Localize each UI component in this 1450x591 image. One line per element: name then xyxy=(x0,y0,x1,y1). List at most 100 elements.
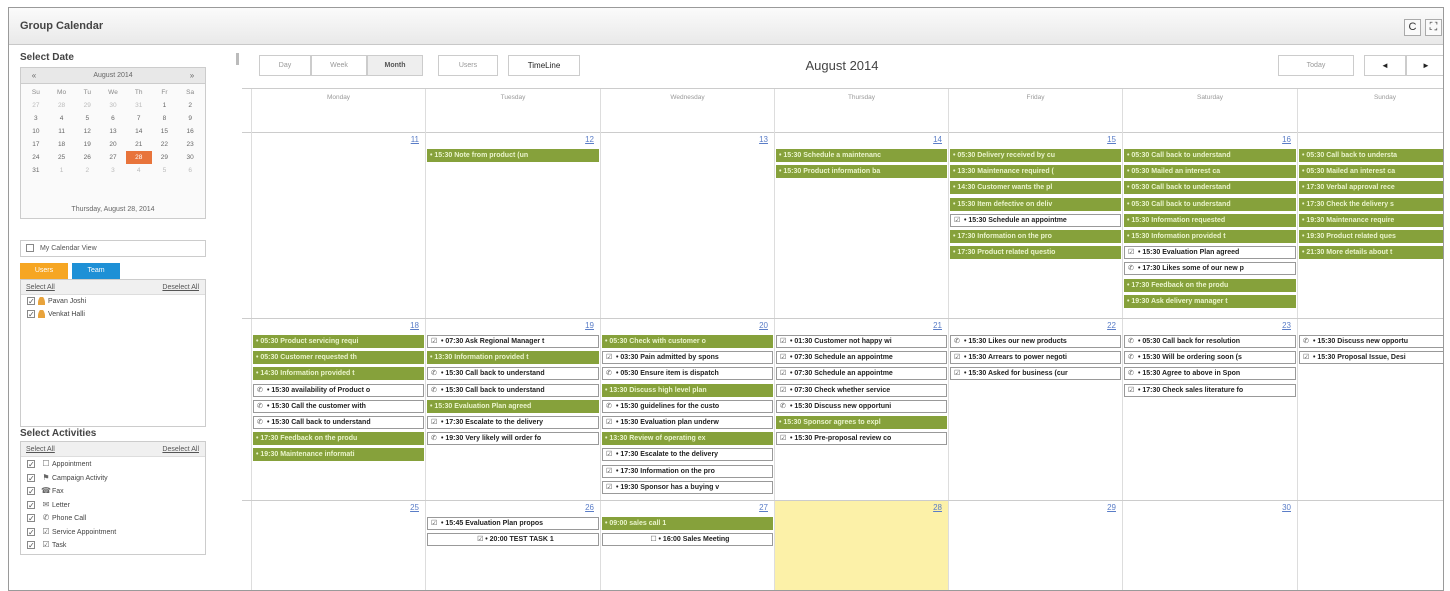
day-cell[interactable]: 31 xyxy=(1297,501,1443,590)
calendar-event[interactable]: • 09:00 sales call 1 xyxy=(602,517,773,530)
day-number-link[interactable]: 21 xyxy=(933,321,942,330)
calendar-event[interactable]: • 05:30 Call back to understand xyxy=(1124,181,1296,195)
day-cell[interactable]: 13 xyxy=(600,133,774,318)
calendar-event[interactable]: • 13:30 Review of operating ex xyxy=(602,432,773,446)
mini-day[interactable]: 21 xyxy=(126,138,152,151)
mini-day[interactable]: 15 xyxy=(152,125,178,138)
calendar-event[interactable]: ✆ • 19:30 Very likely will order fo xyxy=(427,432,599,446)
calendar-event[interactable]: ☑ • 03:30 Pain admitted by spons xyxy=(602,351,773,365)
tab-team[interactable]: Team xyxy=(72,263,120,279)
calendar-event[interactable]: ☑ • 07:30 Ask Regional Manager t xyxy=(427,335,599,348)
mini-day[interactable]: 28 xyxy=(49,99,75,112)
calendar-event[interactable]: ☑ • 15:30 Evaluation plan underw xyxy=(602,416,773,429)
activity-checkbox[interactable] xyxy=(27,526,35,539)
mini-day[interactable]: 11 xyxy=(49,125,75,138)
day-number-link[interactable]: 23 xyxy=(1282,321,1291,330)
day-number-link[interactable]: 12 xyxy=(585,135,594,144)
day-number-link[interactable]: 16 xyxy=(1282,135,1291,144)
day-cell[interactable]: 16 • 05:30 Call back to understand • 05:30… xyxy=(1122,133,1297,318)
calendar-event[interactable]: ☑ • 17:30 Escalate to the delivery xyxy=(602,448,773,462)
mini-day[interactable]: 26 xyxy=(74,151,100,164)
day-cell[interactable]: 30 xyxy=(1122,501,1297,590)
activity-checkbox[interactable] xyxy=(27,458,35,472)
calendar-event[interactable]: ✆ • 17:30 Likes some of our new p xyxy=(1124,262,1296,276)
day-number-link[interactable]: 18 xyxy=(410,321,419,330)
mini-day[interactable]: 25 xyxy=(49,151,75,164)
mini-day[interactable]: 5 xyxy=(152,164,178,177)
select-all-users-link[interactable]: Select All xyxy=(26,284,55,291)
day-cell[interactable]: 18 • 05:30 Product servicing requi • 05:30… xyxy=(251,319,425,500)
calendar-event[interactable]: • 19:30 Product related ques xyxy=(1299,230,1443,243)
calendar-event[interactable]: • 05:30 Check with customer o xyxy=(602,335,773,348)
user-item[interactable]: Pavan Joshi xyxy=(21,295,205,308)
activity-checkbox[interactable] xyxy=(27,472,35,485)
day-cell[interactable]: 26 ☑ • 15:45 Evaluation Plan propos ☑ • 20:0… xyxy=(425,501,600,590)
activity-item[interactable]: ☑Service Appointment xyxy=(21,525,205,539)
calendar-event[interactable]: ☑ • 15:30 Evaluation Plan agreed xyxy=(1124,246,1296,260)
day-number-link[interactable]: 13 xyxy=(759,135,768,144)
mini-day[interactable]: 7 xyxy=(126,112,152,125)
day-cell[interactable]: 25 xyxy=(251,501,425,590)
mini-day[interactable]: 27 xyxy=(100,151,126,164)
calendar-event[interactable]: ☑ • 01:30 Customer not happy wi xyxy=(776,335,947,348)
calendar-event[interactable]: • 05:30 Call back to understand xyxy=(1124,149,1296,162)
user-checkbox[interactable] xyxy=(27,308,35,321)
day-cell[interactable]: 19 ☑ • 07:30 Ask Regional Manager t • 13:30… xyxy=(425,319,600,500)
day-view-button[interactable]: Day xyxy=(259,55,311,76)
mini-day[interactable]: 30 xyxy=(100,99,126,112)
day-number-link[interactable]: 11 xyxy=(411,135,419,144)
day-cell[interactable]: 20 • 05:30 Check with customer o ☑ • 03:30 … xyxy=(600,319,774,500)
timeline-view-button[interactable]: TimeLine xyxy=(508,55,580,76)
calendar-event[interactable]: ✆ • 15:30 Discuss new opportu xyxy=(1299,335,1443,348)
day-number-link[interactable]: 25 xyxy=(410,503,419,512)
my-calendar-view-checkbox[interactable] xyxy=(26,244,34,253)
calendar-event[interactable]: • 05:30 Mailed an interest ca xyxy=(1124,165,1296,179)
calendar-event[interactable]: ✆ • 15:30 Agree to above in Spon xyxy=(1124,367,1296,381)
mini-day[interactable]: 4 xyxy=(49,112,75,125)
day-number-link[interactable]: 26 xyxy=(585,503,594,512)
mini-day[interactable]: 13 xyxy=(100,125,126,138)
calendar-event[interactable]: ☑ • 17:30 Information on the pro xyxy=(602,464,773,478)
mini-day[interactable]: 14 xyxy=(126,125,152,138)
calendar-event[interactable]: ✆ • 05:30 Ensure item is dispatch xyxy=(602,367,773,381)
user-checkbox[interactable] xyxy=(27,295,35,308)
calendar-event[interactable]: • 15:30 Product information ba xyxy=(776,165,947,179)
calendar-event[interactable]: • 14:30 Information provided t xyxy=(253,367,424,381)
calendar-event[interactable]: • 05:30 Customer requested th xyxy=(253,351,424,365)
calendar-event[interactable]: • 15:30 Schedule a maintenanc xyxy=(776,149,947,162)
calendar-event[interactable]: ☑ • 15:30 Pre-proposal review co xyxy=(776,432,947,446)
calendar-event[interactable]: • 15:30 Information provided t xyxy=(1124,230,1296,243)
calendar-event[interactable]: • 17:30 Feedback on the produ xyxy=(1124,278,1296,292)
calendar-event[interactable]: ☑ • 07:30 Check whether service xyxy=(776,383,947,397)
calendar-event[interactable]: • 17:30 Information on the pro xyxy=(950,230,1121,243)
day-cell[interactable]: 23 ✆ • 05:30 Call back for resolution ✆ • 15… xyxy=(1122,319,1297,500)
select-all-activities-link[interactable]: Select All xyxy=(26,446,55,453)
panel-splitter-handle[interactable] xyxy=(236,53,239,65)
deselect-all-users-link[interactable]: Deselect All xyxy=(162,280,199,295)
calendar-event[interactable]: • 21:30 More details about t xyxy=(1299,246,1443,260)
calendar-event[interactable]: • 17:30 Check the delivery s xyxy=(1299,197,1443,211)
calendar-event[interactable]: • 13:30 Information provided t xyxy=(427,351,599,365)
mini-day[interactable]: 27 xyxy=(23,99,49,112)
calendar-event[interactable]: • 13:30 Discuss high level plan xyxy=(602,383,773,397)
mini-day[interactable]: 29 xyxy=(74,99,100,112)
mini-day[interactable]: 5 xyxy=(74,112,100,125)
mini-day[interactable]: 17 xyxy=(23,138,49,151)
mini-day[interactable]: 19 xyxy=(74,138,100,151)
calendar-event[interactable]: ☑ • 15:30 Asked for business (cur xyxy=(950,367,1121,381)
calendar-event[interactable]: ☑ • 20:00 TEST TASK 1 xyxy=(427,533,599,547)
calendar-event[interactable]: • 14:30 Customer wants the pl xyxy=(950,181,1121,195)
calendar-event[interactable]: ✆ • 15:30 guidelines for the custo xyxy=(602,399,773,413)
day-number-link[interactable]: 14 xyxy=(933,135,942,144)
mini-day[interactable]: 16 xyxy=(177,125,203,138)
mini-day[interactable]: 10 xyxy=(23,125,49,138)
day-number-link[interactable]: 15 xyxy=(1107,135,1116,144)
next-month-button[interactable]: ► xyxy=(1406,55,1443,76)
day-cell[interactable]: 27 • 09:00 sales call 1 ☐ • 16:00 Sales Mee… xyxy=(600,501,774,590)
day-number-link[interactable]: 20 xyxy=(759,321,768,330)
activity-checkbox[interactable] xyxy=(27,499,35,512)
calendar-event[interactable]: ✆ • 15:30 Discuss new opportuni xyxy=(776,399,947,413)
month-view-button[interactable]: Month xyxy=(367,55,423,76)
mini-day[interactable]: 3 xyxy=(23,112,49,125)
day-number-link[interactable]: 29 xyxy=(1107,503,1116,512)
